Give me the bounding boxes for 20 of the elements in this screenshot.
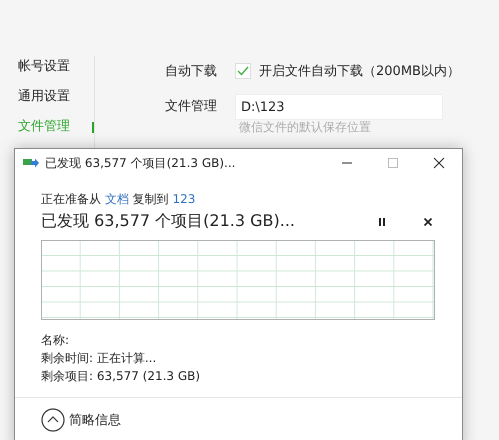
- field-label: 文件管理: [165, 98, 218, 116]
- detail-text: 剩余时间: 正在计算...: [41, 350, 158, 367]
- destination-link[interactable]: 123: [172, 192, 196, 206]
- copy-icon: [23, 157, 39, 169]
- details-toggle[interactable]: 简略信息: [41, 408, 121, 432]
- sidebar-item[interactable]: 帐号设置: [18, 56, 94, 77]
- window-title: 已发现 63,577 个项目(21.3 GB)...: [45, 154, 236, 172]
- sidebar-item[interactable]: 通用设置: [18, 86, 94, 107]
- hint-text: 微信文件的默认保存位置: [238, 120, 372, 134]
- source-link[interactable]: 文档: [104, 192, 129, 206]
- field-label: 自动下载: [165, 63, 218, 80]
- progress-heading: 已发现 63,577 个项目(21.3 GB)...: [41, 211, 295, 232]
- cancel-icon[interactable]: [422, 216, 434, 228]
- detail-text: 名称:: [41, 332, 70, 349]
- detail-text: 剩余项目: 63,577 (21.3 GB): [41, 368, 202, 385]
- pause-icon[interactable]: [376, 216, 388, 228]
- checkbox-label: 开启文件自动下载（200MB以内）: [259, 63, 460, 80]
- path-field[interactable]: D:\123: [235, 94, 443, 120]
- status-text: 正在准备从 文档 复制到 123: [41, 191, 196, 207]
- checkbox[interactable]: [235, 63, 251, 79]
